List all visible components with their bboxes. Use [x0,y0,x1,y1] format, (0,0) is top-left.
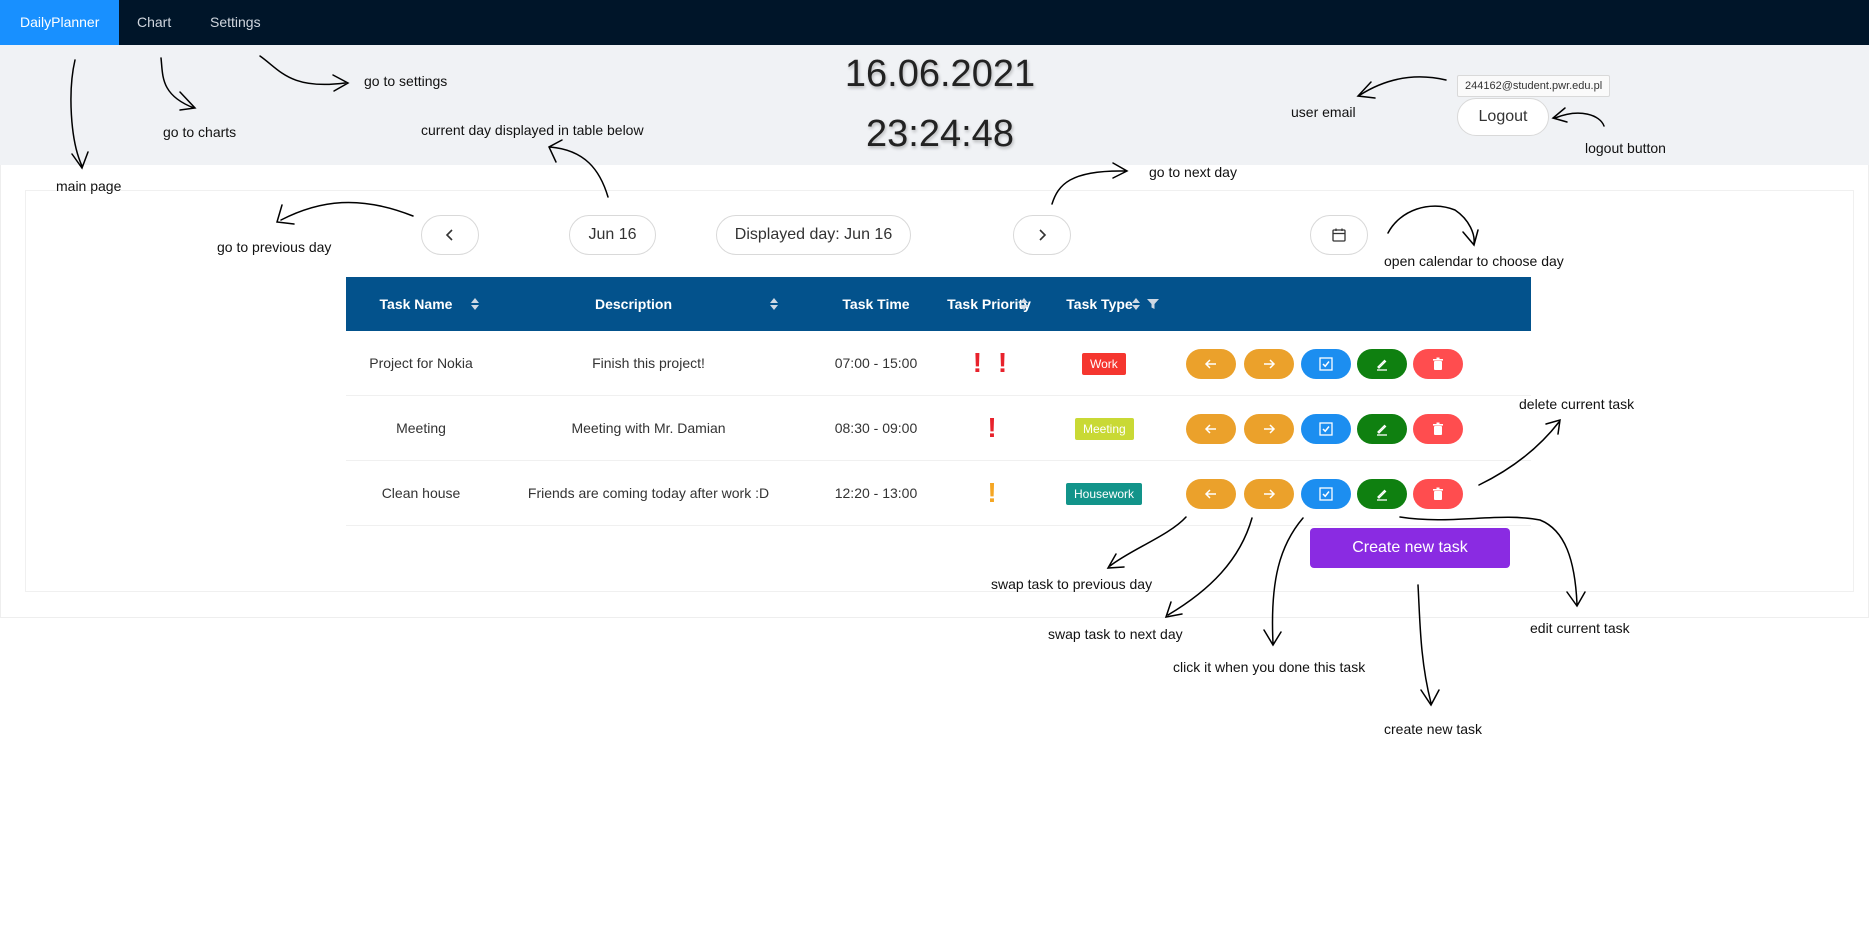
annotation-arrows [70,55,1605,707]
